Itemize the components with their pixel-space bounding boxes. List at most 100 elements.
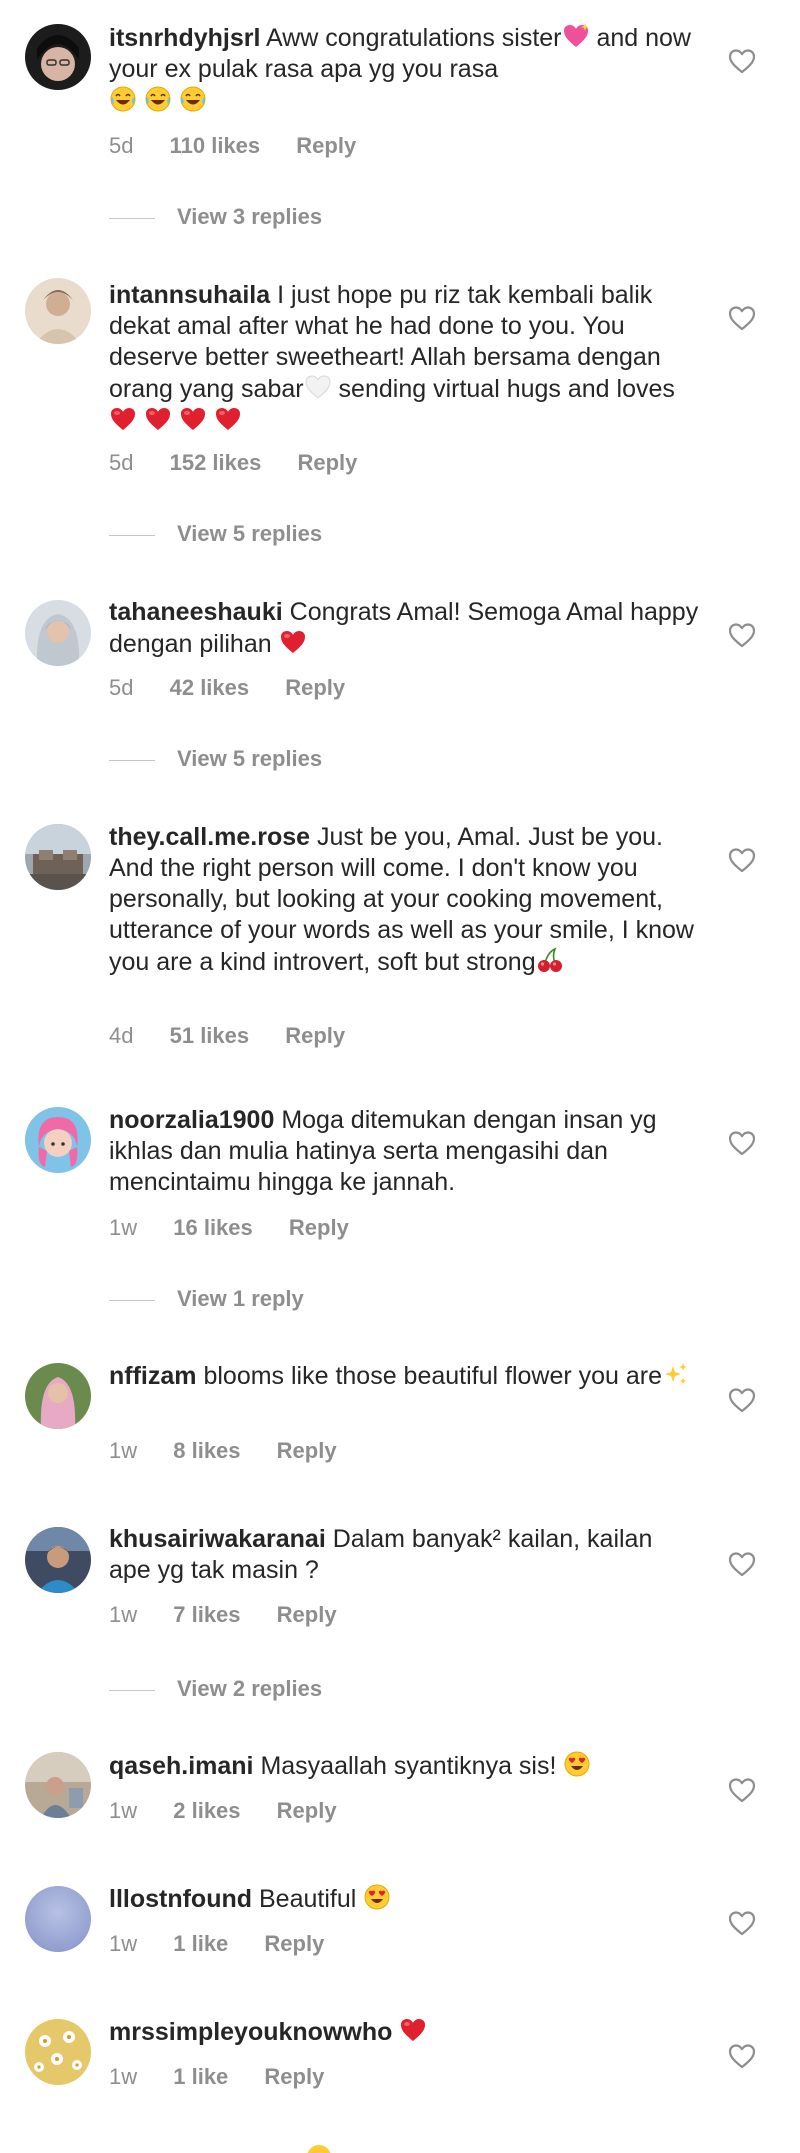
reply-button[interactable]: Reply [264, 1931, 324, 1957]
comment-text: itsnrhdyhjsrl Aww congratulations sister… [109, 22, 699, 117]
laughing-tears-icon [144, 85, 172, 113]
avatar[interactable] [25, 824, 91, 890]
reply-button[interactable]: Reply [277, 1798, 337, 1824]
like-heart-icon[interactable] [728, 847, 756, 873]
like-heart-icon[interactable] [728, 1910, 756, 1936]
comment-username[interactable]: nffizam [109, 1362, 197, 1390]
view-replies-button[interactable]: View 1 reply [109, 1286, 304, 1316]
reply-button[interactable]: Reply [297, 450, 357, 476]
red-heart-icon [279, 628, 307, 656]
likes-count[interactable]: 51 likes [170, 1023, 250, 1049]
comment-time: 5d [109, 450, 134, 475]
comment-time: 1w [109, 1438, 138, 1463]
comment-meta: 1w 2 likes Reply [109, 1798, 367, 1824]
view-replies-button[interactable]: View 2 replies [109, 1676, 322, 1706]
comment-time: 1w [109, 1602, 138, 1627]
like-heart-icon[interactable] [728, 1777, 756, 1803]
avatar[interactable] [25, 278, 91, 344]
comment-text: lllostnfound Beautiful [109, 1883, 699, 1915]
comment-time: 5d [109, 675, 134, 700]
view-replies-label: View 3 replies [177, 204, 323, 229]
replies-divider [109, 1299, 155, 1301]
reply-button[interactable]: Reply [285, 1023, 345, 1049]
comment-time: 1w [109, 1931, 138, 1956]
avatar[interactable] [25, 1886, 91, 1952]
comment-username[interactable]: tahaneeshauki [109, 598, 283, 626]
view-replies-button[interactable]: View 5 replies [109, 746, 322, 776]
avatar[interactable] [25, 1363, 91, 1429]
comment-text: noorzalia1900 Moga ditemukan dengan insa… [109, 1105, 699, 1198]
laughing-tears-icon [179, 85, 207, 113]
comment-username[interactable]: they.call.me.rose [109, 823, 310, 851]
likes-count[interactable]: 16 likes [173, 1215, 253, 1241]
like-heart-icon[interactable] [728, 305, 756, 331]
heart-eyes-icon [363, 1883, 391, 1911]
sparkles-icon [662, 1360, 690, 1388]
comment-time: 1w [109, 1215, 138, 1240]
heart-eyes-icon [563, 1750, 591, 1778]
comment-text: tahaneeshauki Congrats Amal! Semoga Amal… [109, 597, 699, 660]
comment-text: nffizam blooms like those beautiful flow… [109, 1360, 699, 1392]
comment-meta: 1w 16 likes Reply [109, 1215, 379, 1241]
likes-count[interactable]: 7 likes [173, 1602, 240, 1628]
laughing-tears-icon [109, 85, 137, 113]
reply-button[interactable]: Reply [285, 675, 345, 701]
like-heart-icon[interactable] [728, 1130, 756, 1156]
likes-count[interactable]: 2 likes [173, 1798, 240, 1824]
avatar[interactable] [25, 1527, 91, 1593]
replies-divider [109, 217, 155, 219]
comment-username[interactable]: intannsuhaila [109, 281, 270, 309]
comment-username[interactable]: qaseh.imani [109, 1752, 254, 1780]
avatar[interactable] [25, 1752, 91, 1818]
comment-text: mrssimpleyouknowwho [109, 2016, 699, 2048]
likes-count[interactable]: 110 likes [170, 133, 261, 159]
comment-username[interactable]: lllostnfound [109, 1885, 252, 1913]
likes-count[interactable]: 1 like [173, 1931, 228, 1957]
comment-username[interactable]: noorzalia1900 [109, 1106, 274, 1134]
likes-count[interactable]: 8 likes [173, 1438, 240, 1464]
comment-body: Masyaallah syantiknya sis! [260, 1752, 557, 1780]
comment-username[interactable]: khusairiwakaranai [109, 1525, 326, 1553]
likes-count[interactable]: 1 like [173, 2064, 228, 2090]
comment-username[interactable]: mrssimpleyouknowwho [109, 2018, 392, 2046]
like-heart-icon[interactable] [728, 48, 756, 74]
sparkling-heart-icon [562, 22, 590, 50]
reply-button[interactable]: Reply [264, 2064, 324, 2090]
view-replies-label: View 1 reply [177, 1286, 304, 1311]
likes-count[interactable]: 152 likes [170, 450, 262, 476]
next-comment-emoji-partial [306, 2144, 332, 2153]
comment-meta: 1w 7 likes Reply [109, 1602, 367, 1628]
replies-divider [109, 759, 155, 761]
comment-meta: 4d 51 likes Reply [109, 1023, 375, 1049]
reply-button[interactable]: Reply [296, 133, 356, 159]
comment-time: 1w [109, 1798, 138, 1823]
avatar[interactable] [25, 600, 91, 666]
avatar[interactable] [25, 1107, 91, 1173]
red-heart-icon [144, 405, 172, 433]
likes-count[interactable]: 42 likes [170, 675, 250, 701]
comment-time: 5d [109, 133, 134, 158]
view-replies-button[interactable]: View 3 replies [109, 204, 322, 234]
replies-divider [109, 534, 155, 536]
comment-body: blooms like those beautiful flower you a… [203, 1362, 663, 1390]
like-heart-icon[interactable] [728, 1551, 756, 1577]
avatar[interactable] [25, 2019, 91, 2085]
red-heart-icon [109, 405, 137, 433]
reply-button[interactable]: Reply [277, 1602, 337, 1628]
comment-text: they.call.me.rose Just be you, Amal. Jus… [109, 822, 699, 978]
comment-body: Beautiful [258, 1885, 357, 1913]
like-heart-icon[interactable] [728, 2043, 756, 2069]
like-heart-icon[interactable] [728, 622, 756, 648]
comment-meta: 1w 1 like Reply [109, 1931, 354, 1957]
view-replies-button[interactable]: View 5 replies [109, 521, 322, 551]
comment-username[interactable]: itsnrhdyhjsrl [109, 24, 260, 52]
reply-button[interactable]: Reply [289, 1215, 349, 1241]
comment-text: qaseh.imani Masyaallah syantiknya sis! [109, 1750, 699, 1782]
comment-text: khusairiwakaranai Dalam banyak² kailan, … [109, 1524, 699, 1586]
comment-meta: 5d 42 likes Reply [109, 675, 375, 701]
like-heart-icon[interactable] [728, 1387, 756, 1413]
avatar[interactable] [25, 24, 91, 90]
comment-meta: 5d 110 likes Reply [109, 133, 386, 159]
white-heart-icon [304, 373, 332, 401]
reply-button[interactable]: Reply [277, 1438, 337, 1464]
